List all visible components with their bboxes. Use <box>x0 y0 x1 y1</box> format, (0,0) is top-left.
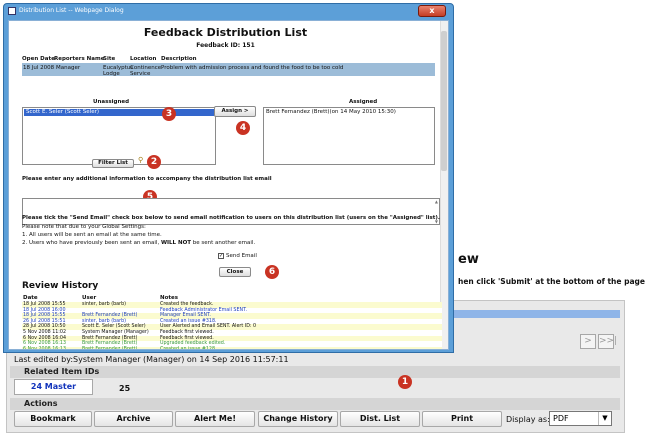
close-button[interactable]: Close <box>219 267 251 277</box>
review-history-date: 6 Nov 2008 16:13 <box>23 346 67 350</box>
change-history-button[interactable]: Change History <box>258 411 338 427</box>
message-label: Please enter any additional information … <box>22 176 272 182</box>
bookmark-button[interactable]: Bookmark <box>14 411 92 427</box>
dialog-titlebar: Distribution List -- Webpage Dialog x <box>4 4 453 19</box>
rule-1: 1. All users will be sent an email at th… <box>22 232 162 238</box>
badge-3: 3 <box>162 107 176 121</box>
dialog-heading: Feedback Distribution List <box>143 26 308 39</box>
header-description: Description <box>161 56 197 62</box>
related-item-count: 25 <box>119 384 131 393</box>
scrollbar-thumb[interactable] <box>441 31 447 171</box>
issue-location: Continence Service <box>130 65 162 77</box>
dialog-client: Feedback Distribution List Feedback ID: … <box>8 20 449 350</box>
assigned-header: Assigned <box>349 99 378 105</box>
unassigned-header: Unassigned <box>93 99 130 105</box>
unassigned-list-item[interactable]: Scott E. Seler (Scott Seler) <box>24 109 214 116</box>
dialog-window-title: Distribution List -- Webpage Dialog <box>19 7 124 14</box>
related-item-button[interactable]: 24 Master <box>14 379 93 395</box>
review-history-user: Brett Fernandez (Brett) <box>82 346 138 350</box>
rh-header-user: User <box>82 295 97 301</box>
issue-reporter: Manager <box>56 65 81 71</box>
badge-4: 4 <box>236 121 250 135</box>
window-icon <box>8 7 16 15</box>
print-button[interactable]: Print <box>422 411 502 427</box>
actions-section: Actions <box>10 398 620 410</box>
header-site: Site <box>103 56 116 62</box>
chevron-down-icon: ▼ <box>598 412 611 425</box>
vertical-scrollbar[interactable] <box>440 21 448 349</box>
global-settings-note: Please note that due to your Global Sett… <box>22 224 146 230</box>
rh-header-date: Date <box>23 295 38 301</box>
rule-2-suffix: be sent another email. <box>191 240 256 246</box>
badge-1: 1 <box>398 375 412 389</box>
background-instruction: hen click 'Submit' at the bottom of the … <box>458 277 645 286</box>
panel-header-bar <box>446 310 620 318</box>
message-scroll-up-icon[interactable]: ▲ <box>435 199 438 204</box>
display-as-label: Display as: <box>506 415 550 424</box>
header-reporters-name: Reporters Name <box>54 56 105 62</box>
rule-2-prefix: 2. Users who have previously been sent a… <box>22 240 161 246</box>
alert-me-button[interactable]: Alert Me! <box>175 411 255 427</box>
badge-6: 6 <box>265 265 279 279</box>
badge-2: 2 <box>147 155 161 169</box>
assigned-listbox[interactable]: Brett Fernandez (Brett)(on 14 May 2010 1… <box>263 107 435 165</box>
display-as-value: PDF <box>553 414 569 423</box>
send-email-label: Send Email <box>226 253 257 259</box>
header-open-date: Open Date <box>22 56 55 62</box>
dist-list-button[interactable]: Dist. List <box>340 411 420 427</box>
feedback-id: Feedback ID: 151 <box>196 42 255 49</box>
rule-2: 2. Users who have previously been sent a… <box>22 240 255 246</box>
archive-button[interactable]: Archive <box>94 411 173 427</box>
issue-site: Eucalyptus Lodge <box>103 65 134 77</box>
rule-2-bold: WILL NOT <box>160 240 192 246</box>
send-email-notice: Please tick the "Send Email" check box b… <box>22 215 440 221</box>
unassigned-listbox[interactable]: Scott E. Seler (Scott Seler) <box>22 107 216 165</box>
issue-open-date: 18 Jul 2008 <box>23 65 55 71</box>
review-history-row: 6 Nov 2008 16:13 Brett Fernandez (Brett) C… <box>22 346 442 350</box>
assign-button[interactable]: Assign > <box>214 106 256 117</box>
issue-description: Problem with admission process and found… <box>161 65 344 71</box>
filter-icon[interactable]: ⚲ <box>138 156 143 164</box>
last-edited-text: Last edited by:System Manager (Manager) … <box>14 355 289 364</box>
distribution-list-dialog: Distribution List -- Webpage Dialog x Fe… <box>3 3 454 353</box>
pager-next-button[interactable]: > <box>580 334 596 349</box>
review-history-title: Review History <box>22 281 99 291</box>
assigned-list-item[interactable]: Brett Fernandez (Brett)(on 14 May 2010 1… <box>266 109 396 115</box>
pager-last-button[interactable]: >>| <box>598 334 617 349</box>
related-items-section: Related Item IDs <box>10 366 620 378</box>
window-close-button[interactable]: x <box>418 5 446 17</box>
filter-list-button[interactable]: Filter List <box>92 159 134 168</box>
review-history-notes: Created an issue #128. <box>160 346 217 350</box>
send-email-checkbox[interactable]: ✓ <box>218 253 224 259</box>
display-as-select[interactable]: PDF ▼ <box>549 411 612 426</box>
header-location: Location <box>130 56 157 62</box>
rh-header-notes: Notes <box>160 295 179 301</box>
background-heading: ew <box>458 252 479 267</box>
